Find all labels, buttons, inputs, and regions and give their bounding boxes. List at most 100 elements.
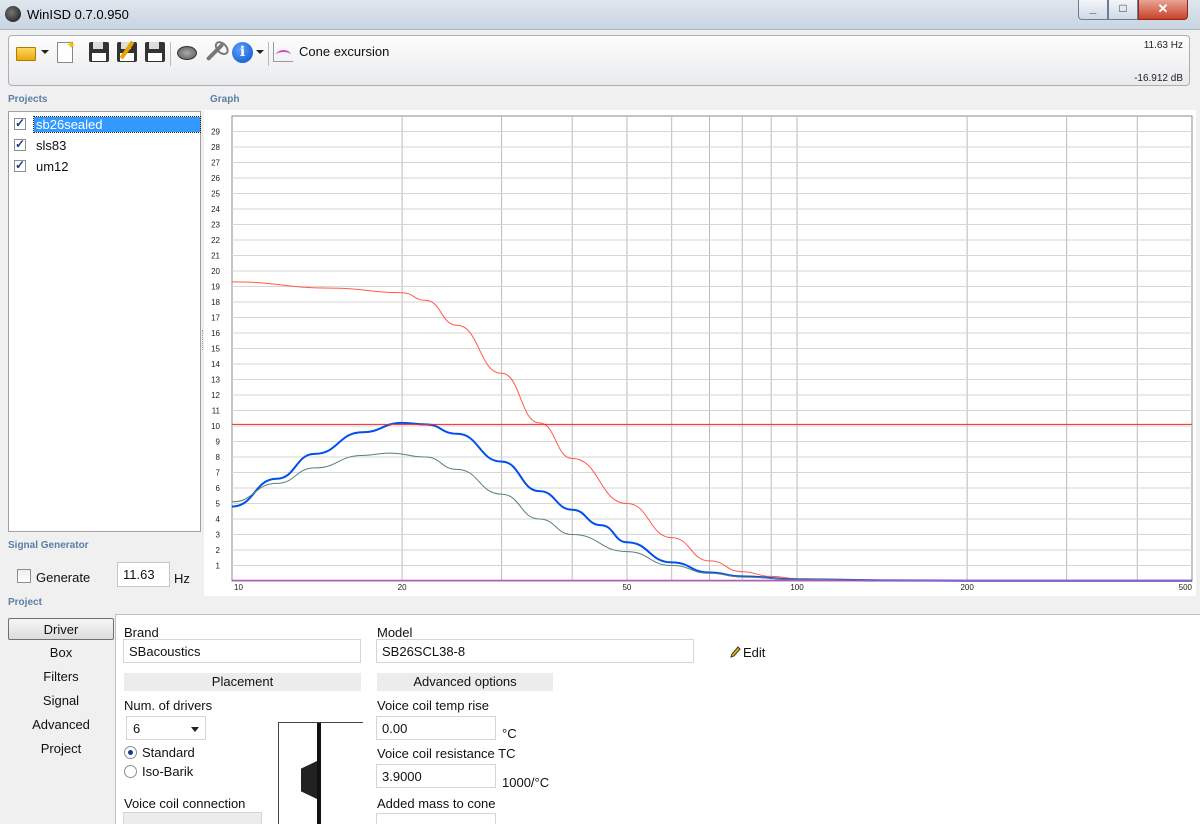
isobarik-radio[interactable] [124,765,137,778]
new-project-button[interactable]: ✦ [53,38,77,64]
num-drivers-value: 6 [133,721,141,736]
generate-label: Generate [36,570,91,585]
y-tick-label: 2 [216,546,221,555]
y-tick-label: 29 [211,128,220,137]
open-button[interactable] [15,40,49,64]
voice-coil-connection-label: Voice coil connection [124,796,246,811]
vc-resistance-tc-label: Voice coil resistance TC [377,746,516,761]
nav-driver[interactable]: Driver [8,618,114,640]
y-tick-label: 25 [211,190,220,199]
generator-frequency-input[interactable]: 11.63 [117,562,170,587]
save-all-button[interactable] [143,40,167,64]
vc-resistance-tc-field[interactable]: 3.9000 [376,764,496,788]
vc-resistance-tc-unit: 1000/°C [502,775,550,790]
graph-type-label: Cone excursion [299,44,390,59]
added-mass-label: Added mass to cone [377,796,496,811]
edit-button[interactable]: Edit [743,645,765,660]
y-tick-label: 1 [216,562,221,571]
model-label: Model [377,625,413,640]
project-item[interactable]: sls83 [13,136,199,155]
dropdown-arrow-icon[interactable] [256,50,264,54]
tools-button[interactable] [203,40,227,64]
maximize-button[interactable]: □ [1108,0,1138,20]
save-as-button[interactable] [115,40,139,64]
chevron-down-icon [191,727,199,732]
nav-project[interactable]: Project [8,738,114,760]
y-tick-label: 16 [211,329,220,338]
dropdown-arrow-icon[interactable] [41,50,49,54]
project-checkbox[interactable] [14,158,26,172]
info-icon: i [232,42,253,63]
nav-signal[interactable]: Signal [8,690,114,712]
placement-header: Placement [124,673,361,691]
x-tick-label: 20 [398,583,407,592]
generate-checkbox[interactable] [17,569,31,583]
wrench-icon [205,42,225,62]
y-tick-label: 5 [216,500,221,509]
y-tick-label: 26 [211,174,220,183]
y-tick-label: 12 [211,391,220,400]
graph-header: Graph [210,94,240,105]
minimize-button[interactable]: _ [1078,0,1108,20]
x-tick-label: 50 [622,583,631,592]
vc-temp-label: Voice coil temp rise [377,698,489,713]
nav-filters[interactable]: Filters [8,666,114,688]
pencil-icon [730,646,741,658]
y-tick-label: 3 [216,531,221,540]
nav-advanced[interactable]: Advanced [8,714,114,736]
x-tick-label: 100 [790,583,804,592]
speaker-icon [177,46,197,60]
num-drivers-select[interactable]: 6 [126,716,206,740]
y-tick-label: 23 [211,221,220,230]
project-item[interactable]: um12 [13,157,199,176]
info-button[interactable]: i [231,40,264,64]
project-nav: Driver Box Filters Signal Advanced Proje… [8,614,116,824]
driver-editor-button[interactable] [175,40,199,64]
projects-list[interactable]: sb26sealed sls83 um12 [8,111,201,532]
x-tick-label: 500 [1179,583,1193,592]
advanced-options-header: Advanced options [377,673,553,691]
minimize-icon: _ [1089,1,1097,15]
y-tick-label: 4 [216,515,221,524]
standard-radio-label: Standard [142,745,195,760]
y-tick-label: 27 [211,159,220,168]
project-name: sls83 [36,138,67,153]
projects-header: Projects [8,94,48,105]
y-tick-label: 8 [216,453,221,462]
vc-temp-field[interactable]: 0.00 [376,716,496,740]
project-checkbox[interactable] [14,137,26,151]
close-button[interactable]: ✕ [1138,0,1188,20]
project-item[interactable]: sb26sealed [13,115,201,134]
y-tick-label: 19 [211,283,220,292]
title-bar: WinISD 0.7.0.950 _ □ ✕ [0,0,1200,30]
vc-temp-unit: °C [502,726,517,741]
y-tick-label: 10 [211,422,220,431]
y-tick-label: 14 [211,360,220,369]
y-tick-label: 20 [211,267,220,276]
model-field[interactable]: SB26SCL38-8 [376,639,694,663]
x-tick-label: 10 [234,583,243,592]
toolbar: ✦ i Cone excursion 11.63 Hz -16.912 dB [8,35,1190,86]
app-icon [5,6,21,22]
toolbar-separator [268,42,269,66]
num-drivers-label: Num. of drivers [124,698,213,713]
project-header: Project [8,597,42,608]
nav-box[interactable]: Box [8,642,114,664]
maximize-icon: □ [1119,1,1127,15]
y-tick-label: 15 [211,345,220,354]
standard-radio[interactable] [124,746,137,759]
isobarik-radio-label: Iso-Barik [142,764,194,779]
cone-excursion-graph[interactable]: 1234567891011121314151617181920212223242… [204,110,1196,596]
brand-field[interactable]: SBacoustics [123,639,361,663]
graph-type-selector[interactable]: Cone excursion [273,40,413,64]
floppy-disk-icon [89,42,109,62]
y-tick-label: 18 [211,298,220,307]
voice-coil-connection-select[interactable] [123,812,262,824]
project-checkbox[interactable] [14,116,26,130]
y-tick-label: 7 [216,469,221,478]
window-title: WinISD 0.7.0.950 [27,7,129,22]
added-mass-field[interactable] [376,813,496,824]
save-button[interactable] [87,40,111,64]
brand-label: Brand [124,625,159,640]
project-name: sb26sealed [33,116,201,133]
